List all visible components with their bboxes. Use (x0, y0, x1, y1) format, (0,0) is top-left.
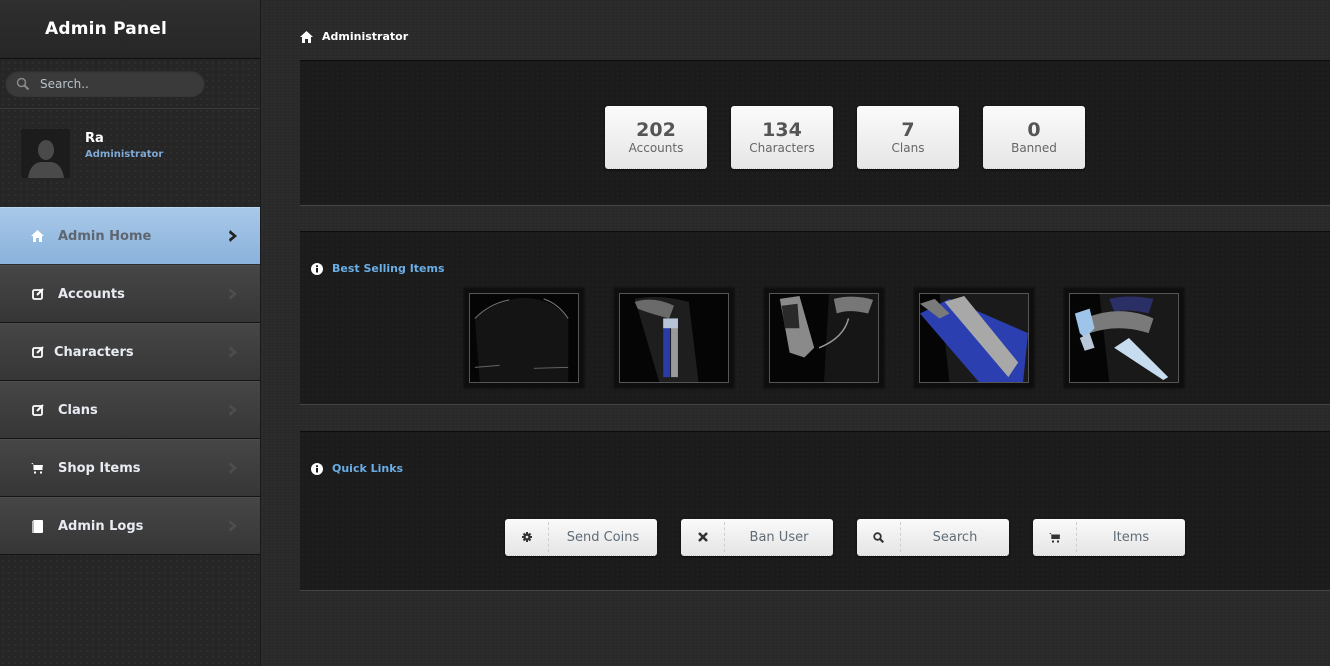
button-label: Search (932, 529, 978, 545)
stats-panel: 202 Accounts 134 Characters 7 Clans 0 Ba… (300, 60, 1330, 206)
search-box[interactable] (5, 70, 205, 97)
quick-links-title: Quick Links (311, 462, 403, 475)
stat-accounts[interactable]: 202 Accounts (605, 106, 707, 169)
stat-value: 202 (636, 119, 676, 141)
cart-icon (1033, 522, 1077, 552)
sidebar-item-label: Admin Home (58, 228, 152, 244)
search-input[interactable] (40, 76, 190, 91)
item-image (619, 293, 729, 383)
stat-value: 0 (1027, 119, 1041, 141)
quick-links: Send Coins Ban User Search Items (505, 519, 1185, 556)
ban-user-button[interactable]: Ban User (681, 519, 833, 556)
send-coins-button[interactable]: Send Coins (505, 519, 657, 556)
profile-text: Ra Administrator (85, 131, 163, 160)
sidebar-item-admin-home[interactable]: Admin Home (0, 207, 260, 265)
quick-links-panel: Quick Links Send Coins Ban User Search I… (300, 431, 1330, 591)
edit-icon (31, 346, 44, 359)
chevron-right-icon (229, 404, 237, 416)
stat-value: 7 (901, 119, 915, 141)
sidebar-item-label: Clans (58, 402, 98, 418)
sidebar-nav: Admin Home Accounts Characters Clans Sho… (0, 207, 260, 555)
info-icon (311, 462, 323, 475)
best-selling-title: Best Selling Items (311, 262, 445, 275)
best-selling-items (464, 288, 1184, 388)
close-icon (681, 522, 725, 552)
item-image (919, 293, 1029, 383)
sidebar-item-label: Characters (54, 344, 134, 360)
info-icon (311, 262, 323, 275)
gear-icon (505, 522, 549, 552)
home-icon[interactable] (300, 30, 313, 43)
stat-banned[interactable]: 0 Banned (983, 106, 1085, 169)
item-thumbnail[interactable] (464, 288, 584, 388)
book-icon (31, 519, 44, 533)
sidebar-item-shop-items[interactable]: Shop Items (0, 439, 260, 497)
chevron-right-icon (229, 346, 237, 358)
button-label: Ban User (749, 529, 809, 545)
home-icon (31, 230, 44, 243)
stat-label: Accounts (628, 141, 684, 155)
search-icon (857, 522, 901, 552)
sidebar-item-characters[interactable]: Characters (0, 323, 260, 381)
sidebar-search (0, 59, 260, 109)
items-button[interactable]: Items (1033, 519, 1185, 556)
stat-clans[interactable]: 7 Clans (857, 106, 959, 169)
chevron-right-icon (229, 230, 237, 242)
edit-icon (31, 404, 44, 417)
stat-value: 134 (762, 119, 802, 141)
chevron-right-icon (229, 462, 237, 474)
cart-icon (31, 462, 44, 475)
sidebar-item-label: Admin Logs (58, 518, 144, 534)
chevron-right-icon (229, 288, 237, 300)
sidebar-item-accounts[interactable]: Accounts (0, 265, 260, 323)
search-button[interactable]: Search (857, 519, 1009, 556)
item-thumbnail[interactable] (614, 288, 734, 388)
sidebar-header: Admin Panel (0, 0, 260, 59)
avatar[interactable] (21, 129, 70, 178)
sidebar-item-clans[interactable]: Clans (0, 381, 260, 439)
stats-row: 202 Accounts 134 Characters 7 Clans 0 Ba… (605, 106, 1085, 169)
item-thumbnail[interactable] (764, 288, 884, 388)
item-thumbnail[interactable] (914, 288, 1034, 388)
button-label: Items (1112, 529, 1150, 545)
item-thumbnail[interactable] (1064, 288, 1184, 388)
sidebar-item-label: Shop Items (58, 460, 141, 476)
breadcrumb-current: Administrator (322, 30, 409, 43)
stat-label: Banned (1011, 141, 1057, 155)
breadcrumb: Administrator (300, 30, 408, 43)
item-image (769, 293, 879, 383)
sidebar: Admin Panel Ra Administrator Adm (0, 0, 261, 666)
user-profile: Ra Administrator (0, 109, 260, 207)
user-silhouette-icon (27, 140, 64, 178)
item-image (469, 293, 579, 383)
sidebar-item-label: Accounts (58, 286, 125, 302)
sidebar-item-admin-logs[interactable]: Admin Logs (0, 497, 260, 555)
stat-label: Clans (891, 141, 925, 155)
stat-label: Characters (749, 141, 815, 155)
button-label: Send Coins (566, 529, 640, 545)
profile-role: Administrator (85, 149, 164, 160)
search-icon (16, 77, 30, 90)
edit-icon (31, 288, 44, 301)
section-title-label: Quick Links (332, 462, 404, 475)
stat-characters[interactable]: 134 Characters (731, 106, 833, 169)
section-title-label: Best Selling Items (332, 262, 445, 275)
app-title: Admin Panel (45, 19, 168, 39)
best-selling-panel: Best Selling Items (300, 231, 1330, 405)
profile-name: Ra (85, 131, 104, 146)
item-image (1069, 293, 1179, 383)
chevron-right-icon (229, 520, 237, 532)
